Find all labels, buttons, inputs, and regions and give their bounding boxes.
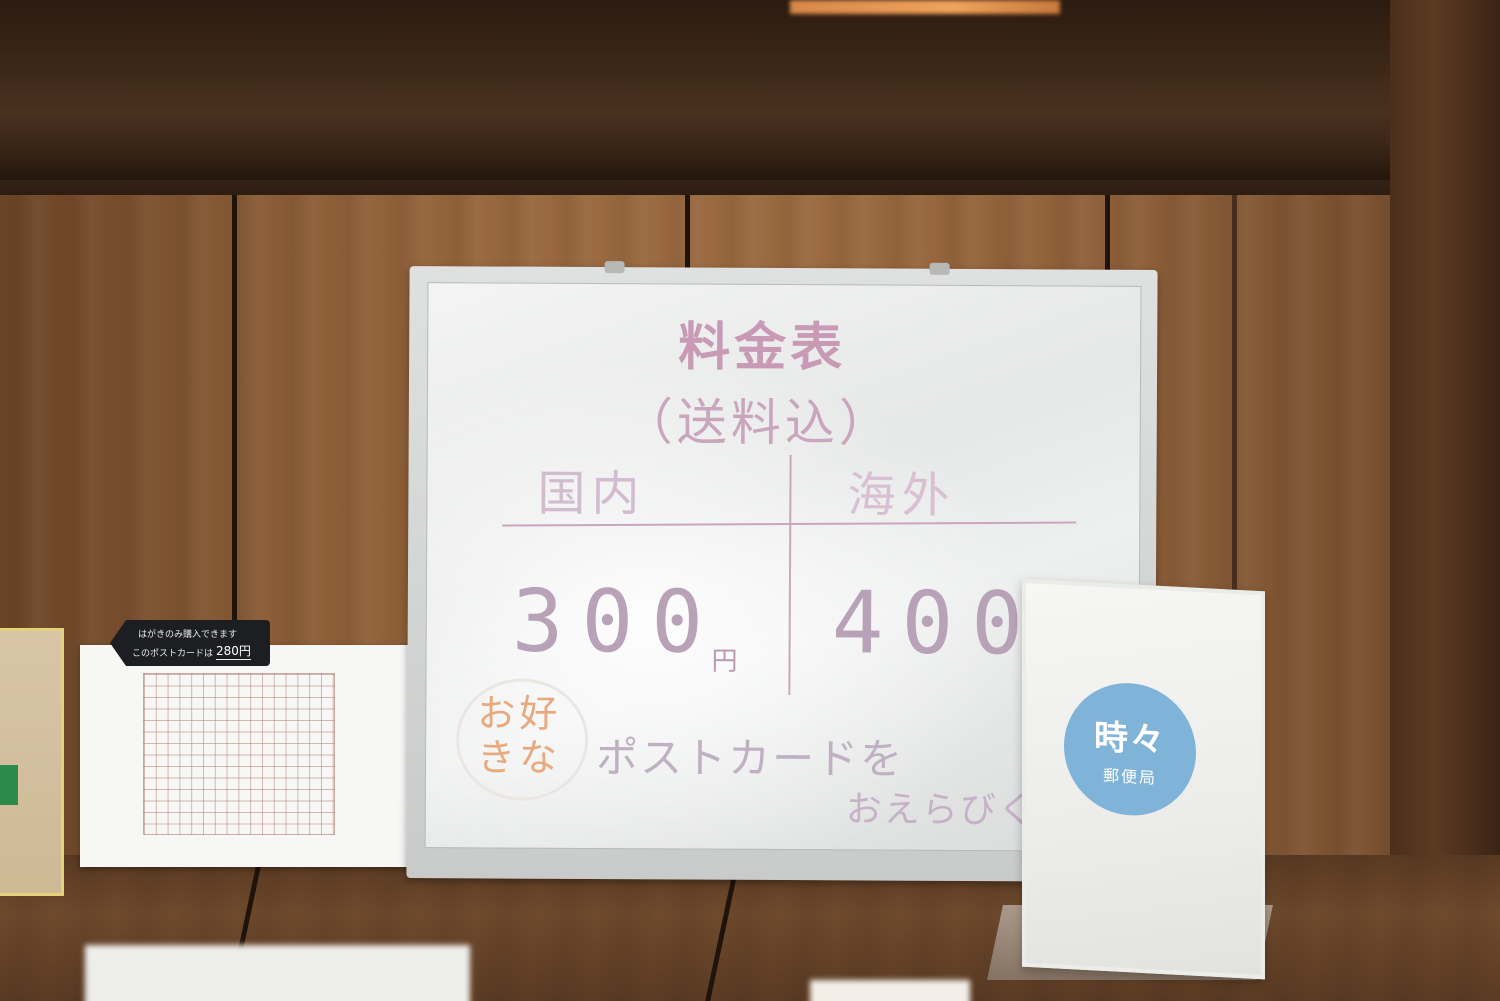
acrylic-sign: 時々 郵便局 bbox=[1022, 578, 1265, 980]
cabinet-side-frame bbox=[1390, 0, 1500, 1001]
column-overseas: 海外 bbox=[847, 467, 956, 524]
price-overseas: 400 bbox=[831, 573, 1042, 675]
post-office-logo: 時々 郵便局 bbox=[1064, 679, 1196, 819]
manuscript-grid bbox=[143, 673, 335, 835]
price-tag-line-2: このポストカードは bbox=[132, 649, 214, 659]
books-on-shelf bbox=[790, 0, 1060, 14]
plank-seam bbox=[1105, 185, 1110, 275]
photo-scene: はがきのみ購入できます このポストカードは 280円 料金表 （送料込） 国内 … bbox=[0, 0, 1500, 1001]
bubble-text: お好きな bbox=[476, 691, 562, 780]
upper-shelf-edge bbox=[0, 110, 1500, 180]
price-tag-line-1: はがきのみ購入できます bbox=[138, 630, 238, 640]
paper-stack bbox=[85, 945, 470, 1001]
left-card-stand bbox=[0, 628, 64, 896]
price-list-title: 料金表 bbox=[678, 317, 847, 379]
price-tag-price: 280円 bbox=[216, 644, 251, 660]
plank-seam bbox=[685, 185, 690, 275]
speech-bubble: お好きな bbox=[455, 678, 589, 801]
choose-text: おえらびく bbox=[845, 789, 1036, 832]
postcard-text: ポストカードを bbox=[595, 733, 905, 784]
yen-label: 円 bbox=[711, 646, 744, 677]
grid-postcard bbox=[80, 645, 413, 867]
logo-sub-text: 郵便局 bbox=[1102, 765, 1157, 788]
magnet-icon bbox=[929, 262, 950, 275]
paper-corner bbox=[810, 980, 970, 1001]
price-domestic: 300 bbox=[511, 571, 722, 673]
magnet-icon bbox=[604, 261, 625, 274]
price-list-subtitle: （送料込） bbox=[622, 393, 893, 453]
price-tag: はがきのみ購入できます このポストカードは 280円 bbox=[110, 620, 270, 666]
column-domestic: 国内 bbox=[537, 465, 646, 523]
logo-main-text: 時々 bbox=[1094, 717, 1166, 762]
left-card-mark bbox=[0, 765, 18, 805]
vertical-rule bbox=[788, 455, 792, 696]
